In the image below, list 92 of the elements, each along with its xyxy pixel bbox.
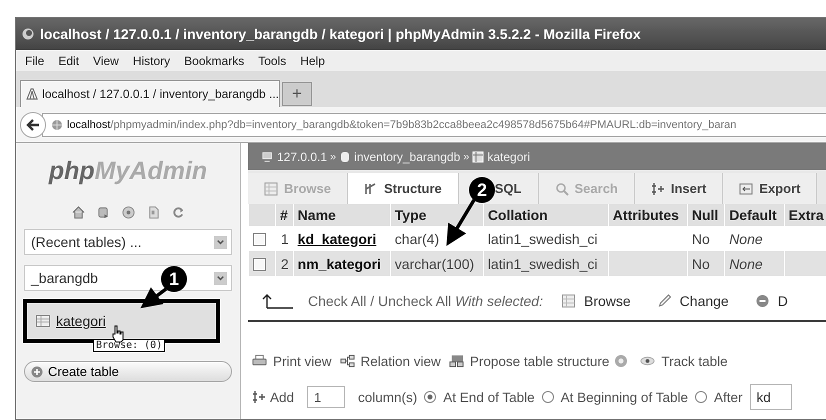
column-header[interactable]: Type xyxy=(390,204,484,226)
table-icon xyxy=(36,315,50,327)
back-button[interactable] xyxy=(20,112,46,138)
new-tab-button[interactable]: + xyxy=(282,82,312,106)
table-list-item[interactable]: kategori xyxy=(27,303,216,339)
column-dropdown[interactable]: kd xyxy=(750,384,792,410)
column-header[interactable]: Default xyxy=(724,204,784,226)
menu-item[interactable]: Edit xyxy=(58,54,80,68)
toolbar-link[interactable]: Propose table structure xyxy=(448,354,610,368)
back-arrow-icon xyxy=(25,116,41,132)
relation-icon xyxy=(340,354,355,368)
logo: phpMyAdmin xyxy=(48,157,208,186)
column-header[interactable]: Collation xyxy=(483,204,608,226)
toolbar-link[interactable]: Print view xyxy=(252,354,332,368)
search-tab-icon xyxy=(554,182,568,196)
create-table-button[interactable]: Create table xyxy=(24,361,232,382)
help-icon[interactable] xyxy=(614,354,628,368)
annotation-arrow xyxy=(446,199,476,246)
add-label: Add xyxy=(270,390,294,404)
minus-icon xyxy=(754,294,770,308)
menu-item[interactable]: History xyxy=(132,54,170,68)
dropdown[interactable]: (Recent tables) ... xyxy=(24,229,232,255)
document-icon[interactable] xyxy=(146,206,160,219)
database-icon xyxy=(339,150,352,162)
plus-icon xyxy=(31,366,43,378)
table-icon xyxy=(472,150,484,162)
table-cell: No xyxy=(687,251,725,276)
browse-tab-icon xyxy=(264,182,278,196)
breadcrumb-link[interactable]: inventory_barangdb xyxy=(354,150,460,164)
table-cell: None xyxy=(724,251,784,276)
reload-icon[interactable] xyxy=(172,206,184,219)
column-header[interactable]: Null xyxy=(687,204,725,226)
checkbox[interactable] xyxy=(253,258,266,272)
address-bar[interactable]: localhost/phpmyadmin/index.php?db=inventory_barangdb&token=7b9b83b2cca8beea2c498578d5675b64#PMAURL:db=inventory_baran xyxy=(42,112,826,136)
database-icon[interactable] xyxy=(96,206,110,219)
callout-number: 2 xyxy=(469,177,495,203)
menu-item[interactable]: Tools xyxy=(258,54,286,68)
with-selected-label: With selected: xyxy=(455,293,543,309)
breadcrumb-link[interactable]: kategori xyxy=(487,150,530,164)
columns-label: column(s) xyxy=(358,390,418,404)
table-cell: varchar(100) xyxy=(390,251,484,276)
radio-option[interactable]: At Beginning of Table xyxy=(542,390,688,404)
export-tab-icon xyxy=(739,182,754,196)
column-header[interactable]: # xyxy=(276,204,294,226)
table-cell: 2 xyxy=(276,251,294,276)
eye-icon xyxy=(640,354,656,368)
help-icon[interactable] xyxy=(122,206,134,219)
radio-option[interactable]: At End of Table xyxy=(424,390,535,404)
browser-tab[interactable]: localhost / 127.0.0.1 / inventory_barangdb ... xyxy=(20,80,280,107)
separator: » xyxy=(330,150,336,162)
app-logo-icon xyxy=(25,86,40,102)
caret-icon xyxy=(214,236,227,248)
tab[interactable]: Structure xyxy=(348,173,459,204)
column-header[interactable]: Name xyxy=(293,204,390,226)
menu-item[interactable]: View xyxy=(93,54,119,68)
tables-icon xyxy=(448,354,464,368)
checkbox[interactable] xyxy=(253,233,266,246)
column-header[interactable]: Attributes xyxy=(608,204,688,226)
toolbar-link[interactable]: Relation view xyxy=(340,354,441,368)
action-link[interactable]: Browse xyxy=(560,293,631,309)
structure-tab-icon xyxy=(364,182,378,196)
menu-item[interactable]: Help xyxy=(300,54,325,68)
radio-option[interactable]: After xyxy=(694,390,742,404)
caret-icon xyxy=(214,272,227,284)
column-name: nm_kategori xyxy=(298,256,381,272)
column-count-field[interactable]: 1 xyxy=(307,386,346,408)
column-name: kd_kategori xyxy=(298,230,376,246)
browser-logo-icon xyxy=(22,28,34,40)
check-all-link[interactable]: Check All / Uncheck All xyxy=(308,293,452,309)
action-link[interactable]: D xyxy=(754,293,788,309)
globe-icon xyxy=(51,118,63,130)
insert-tab-icon xyxy=(650,182,665,196)
table-cell: latin1_swedish_ci xyxy=(483,251,608,276)
callout-number: 1 xyxy=(161,266,187,292)
window-title: localhost / 127.0.0.1 / inventory_barangdb / kategori | phpMyAdmin 3.5.2.2 - Mozilla Firefox xyxy=(40,26,641,42)
column-header[interactable]: Extra xyxy=(784,204,826,226)
table-icon xyxy=(560,294,576,308)
breadcrumb-link[interactable]: 127.0.0.1 xyxy=(277,150,328,164)
home-icon[interactable] xyxy=(72,206,84,219)
pencil-icon xyxy=(656,294,672,308)
server-icon xyxy=(262,150,274,162)
add-column-icon xyxy=(252,390,266,404)
printer-icon xyxy=(252,354,267,368)
tab[interactable]: Export xyxy=(723,173,818,204)
separator: » xyxy=(463,150,470,162)
arrow-up-icon xyxy=(262,293,294,309)
menu-item[interactable]: File xyxy=(25,54,44,68)
menu-item[interactable]: Bookmarks xyxy=(184,54,244,68)
action-link[interactable]: Change xyxy=(656,293,729,309)
toolbar-link[interactable]: Track table xyxy=(640,354,728,368)
tooltip: Browse: (0) xyxy=(93,339,166,352)
tab[interactable]: Insert xyxy=(634,173,724,204)
